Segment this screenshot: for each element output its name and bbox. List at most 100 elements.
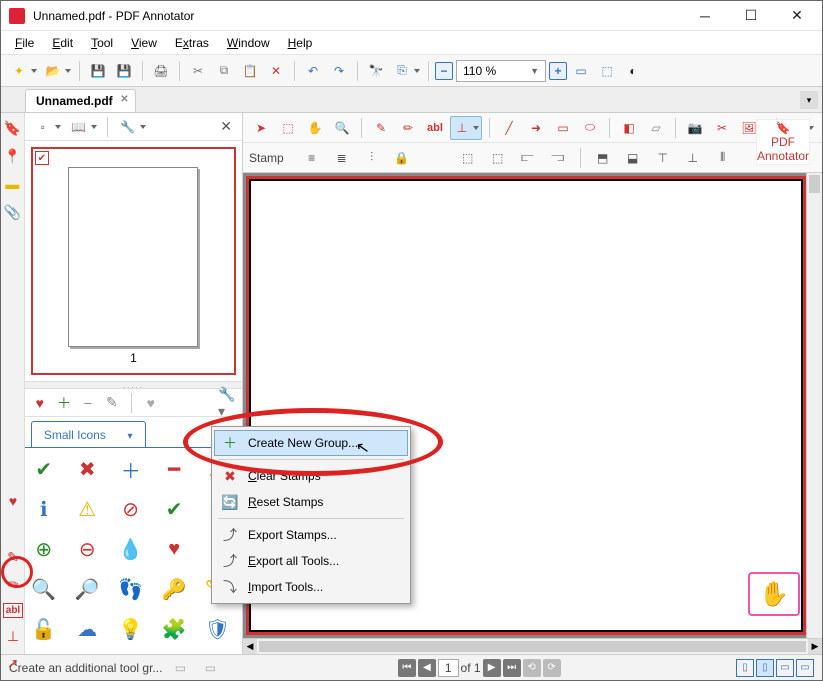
stamps-settings-icon[interactable]: 🔧▾ (218, 394, 236, 412)
pen-icon[interactable]: ✎ (7, 549, 19, 566)
redo-button[interactable]: ↷ (327, 59, 351, 83)
menu-edit[interactable]: Edit (44, 33, 81, 53)
snapshot-tool[interactable]: 📷 (683, 116, 707, 140)
favorite-icon[interactable]: ♥ (31, 394, 49, 412)
page-thumbnail[interactable] (68, 167, 198, 347)
undo-button[interactable]: ↶ (301, 59, 325, 83)
stamp-info[interactable]: ℹ (31, 496, 57, 522)
page-options-button[interactable]: 📖 (67, 115, 99, 139)
add-stamp-icon[interactable]: ＋ (55, 394, 73, 412)
new-button[interactable]: ✦ (7, 59, 39, 83)
rect-tool[interactable]: ▭ (551, 116, 575, 140)
status-icon1[interactable]: ▭ (168, 656, 192, 680)
distribute-button[interactable]: ⫴ (711, 146, 735, 170)
arrow2-icon[interactable]: ➚ (7, 655, 19, 672)
stamp-bulb[interactable]: 💡 (118, 616, 144, 642)
maximize-button[interactable]: ☐ (728, 1, 774, 31)
menu-help[interactable]: Help (280, 33, 321, 53)
pin-icon[interactable]: 📍 (3, 147, 21, 165)
arrow-tool[interactable]: ➜ (524, 116, 548, 140)
copy-button[interactable]: ⧉ (212, 59, 236, 83)
group3-button[interactable]: ⫍ (516, 146, 540, 170)
eraser2-tool[interactable]: ▱ (644, 116, 668, 140)
bring-front-button[interactable]: ⬒ (591, 146, 615, 170)
panel-close-button[interactable]: ✕ (216, 118, 236, 135)
stamp-zoom[interactable]: 🔎 (74, 576, 100, 602)
menu-window[interactable]: Window (219, 33, 278, 53)
tab-document[interactable]: Unnamed.pdf ✕ (25, 89, 136, 112)
thumbnail-container[interactable]: ✔ 1 (31, 147, 236, 375)
group2-button[interactable]: ⬚ (486, 146, 510, 170)
align-right-button[interactable]: ⫶ (360, 146, 384, 170)
eraser-tool[interactable]: ◧ (617, 116, 641, 140)
fullscreen-button[interactable]: ◐ (621, 59, 645, 83)
menu-reset-stamps[interactable]: 🔄 Reset Stamps (214, 489, 408, 515)
stamp-plus-circle[interactable]: ⊕ (31, 536, 57, 562)
tab-close-icon[interactable]: ✕ (120, 94, 128, 105)
stamp-x-red[interactable]: ✖ (74, 456, 100, 482)
stamp-droplet[interactable]: 💧 (118, 536, 144, 562)
highlighter-icon[interactable]: ✏ (7, 576, 19, 593)
page-input[interactable]: 1 (438, 659, 459, 677)
cut-button[interactable]: ✂ (186, 59, 210, 83)
marker-tool[interactable]: ✏ (396, 116, 420, 140)
stamp-check-circle[interactable]: ✔ (161, 496, 187, 522)
stamp-icon[interactable]: ⊥ (7, 628, 19, 645)
remove-stamp-icon[interactable]: − (79, 394, 97, 412)
stamp-shield[interactable]: 🛡 (205, 616, 231, 642)
text-tool[interactable]: abl (423, 116, 447, 140)
new-page-button[interactable]: ▫ (31, 115, 63, 139)
continuous-view[interactable]: ▯ (756, 659, 774, 677)
pan-tool[interactable]: ✋ (303, 116, 327, 140)
save-button[interactable]: 💾 (86, 59, 110, 83)
stamp-minus-red[interactable]: ━ (161, 456, 187, 482)
stamp-plus-blue[interactable]: ＋ (118, 456, 144, 482)
lasso-tool[interactable]: ⬚ (276, 116, 300, 140)
menu-view[interactable]: View (123, 33, 165, 53)
tab-dropdown-icon[interactable]: ▾ (127, 431, 132, 442)
tools-button[interactable]: 🔧 (116, 115, 148, 139)
zoom-tool[interactable]: 🔍 (330, 116, 354, 140)
find-button[interactable]: 🔭 (364, 59, 388, 83)
menu-file[interactable]: File (7, 33, 42, 53)
zoom-input[interactable]: 110 %▼ (456, 60, 546, 82)
stamp-warn2[interactable]: ⚠ (74, 496, 100, 522)
menu-clear-stamps[interactable]: ✖ Clear Stamps (214, 463, 408, 489)
group4-button[interactable]: ⫎ (546, 146, 570, 170)
stamp-feet[interactable]: 👣 (118, 576, 144, 602)
first-page-button[interactable]: ⏮ (398, 659, 416, 677)
edit-stamp-icon[interactable]: ✎ (103, 394, 121, 412)
ellipse-tool[interactable]: ⬭ (578, 116, 602, 140)
delete-button[interactable]: ✕ (264, 59, 288, 83)
menu-create-new-group[interactable]: ＋ Create New Group... (214, 430, 408, 456)
hand-mode-button[interactable]: ✋ (748, 572, 800, 616)
align-bottom-button[interactable]: ⊥ (681, 146, 705, 170)
tab-small-icons[interactable]: Small Icons ▾ (31, 421, 146, 447)
textbox-icon[interactable]: abl (3, 603, 23, 618)
fit-page-button[interactable]: ▭ (569, 59, 593, 83)
horizontal-scrollbar[interactable]: ◀▶ (243, 638, 822, 654)
zoom-out-button[interactable]: − (435, 62, 453, 80)
send-back-button[interactable]: ⬓ (621, 146, 645, 170)
crop-tool[interactable]: ✂ (710, 116, 734, 140)
minimize-button[interactable]: ─ (682, 1, 728, 31)
last-page-button[interactable]: ⏭ (503, 659, 521, 677)
tab-overflow-button[interactable]: ▾ (800, 91, 818, 109)
open-button[interactable]: 📂 (41, 59, 73, 83)
prev-page-button[interactable]: ◀ (418, 659, 436, 677)
forward-button[interactable]: ⟳ (543, 659, 561, 677)
stamp-lock[interactable]: 🔓 (31, 616, 57, 642)
status-icon2[interactable]: ▭ (198, 656, 222, 680)
save-as-button[interactable]: 💾 (112, 59, 136, 83)
pointer-tool[interactable]: ➤ (249, 116, 273, 140)
pen-tool[interactable]: ✎ (369, 116, 393, 140)
print-button[interactable]: 🖨 (149, 59, 173, 83)
heart-gray-icon[interactable]: ♥ (142, 394, 160, 412)
line-tool[interactable]: ╱ (497, 116, 521, 140)
menu-tool[interactable]: Tool (83, 33, 121, 53)
menu-extras[interactable]: Extras (167, 33, 217, 53)
bookmark-icon[interactable]: 🔖 (3, 119, 21, 137)
menu-export-all-tools[interactable]: ⤴ Export all Tools... (214, 548, 408, 574)
stamp-minus-circle[interactable]: ⊖ (74, 536, 100, 562)
note-icon[interactable]: ▬ (3, 175, 21, 193)
